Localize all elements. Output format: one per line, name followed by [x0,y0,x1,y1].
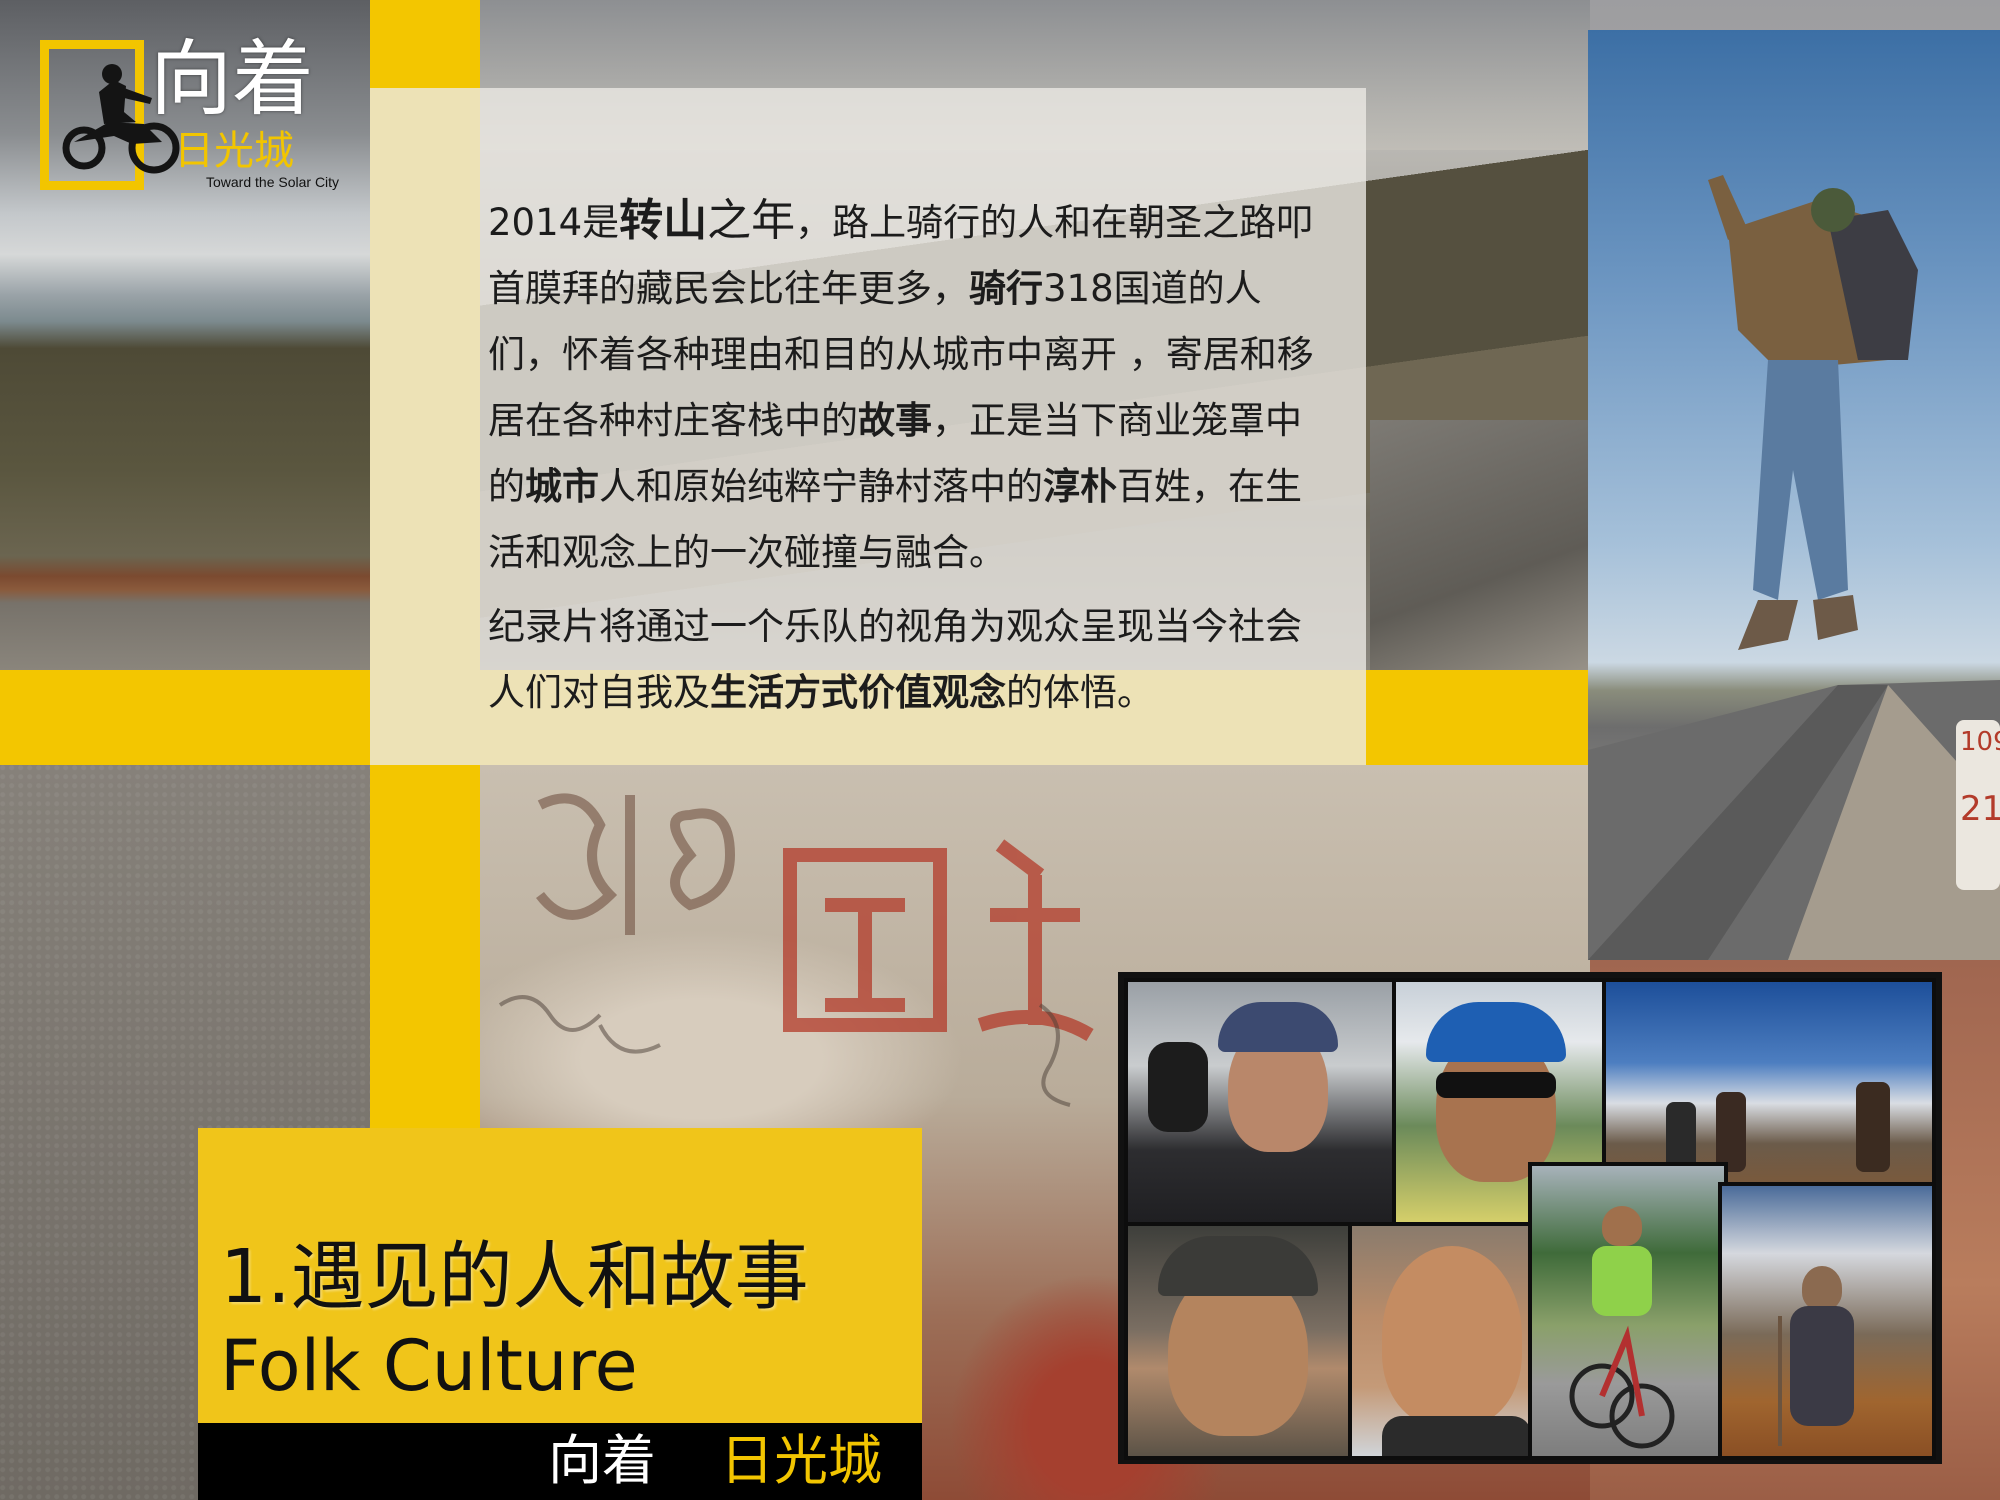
intro-text-panel: 2014是转山之年，路上骑行的人和在朝圣之路叩首膜拜的藏民会比往年更多，骑行31… [370,88,1366,765]
section-title-chinese: 1.遇见的人和故事 [220,1234,809,1320]
jumping-hitchhiker-photo: 109 214 [1588,30,2000,960]
intro-paragraph-2: 纪录片将通过一个乐队的视角为观众呈现当今社会 人们对自我及生活方式价值观念的体悟… [488,605,1302,714]
footer-label-white: 向着 [548,1429,656,1492]
hitchhiker-figure-graphic: 109 214 [1588,175,2000,960]
portrait-collage [1118,972,1942,1464]
photo-pilgrims-mountains [1602,978,1936,1188]
emphasis-gushi: 故事 [858,399,932,442]
section-title-english: Folk Culture [220,1325,638,1407]
bicycle-icon [1569,1325,1675,1449]
logo-english-tagline: Toward the Solar City [206,174,340,190]
logo-subtitle: 日光城 [174,128,294,174]
emphasis-chengshi: 城市 [525,465,599,508]
svg-text:214: 214 [1960,789,2000,829]
emphasis-values: 生活方式价值观念 [710,671,1006,714]
logo-title: 向着 [150,32,315,127]
svg-text:109: 109 [1960,727,2000,757]
photo-young-boy [1348,1222,1544,1460]
photo-old-man-cap [1124,1222,1352,1460]
background-road-photo [1370,420,1590,680]
emphasis-qixing: 骑行 [969,267,1043,310]
photo-mountain-biker [1528,1162,1728,1460]
photo-elder-cyclist [1124,978,1396,1226]
footer-label-yellow: 日光城 [720,1429,882,1492]
emphasis-zhuanshan: 转山 [619,195,708,246]
intro-paragraph-1: 2014是转山之年，路上骑行的人和在朝圣之路叩首膜拜的藏民会比往年更多，骑行31… [488,195,1314,574]
emphasis-chunpu: 淳朴 [1043,465,1117,508]
photo-pilgrim-woman [1718,1182,1936,1460]
